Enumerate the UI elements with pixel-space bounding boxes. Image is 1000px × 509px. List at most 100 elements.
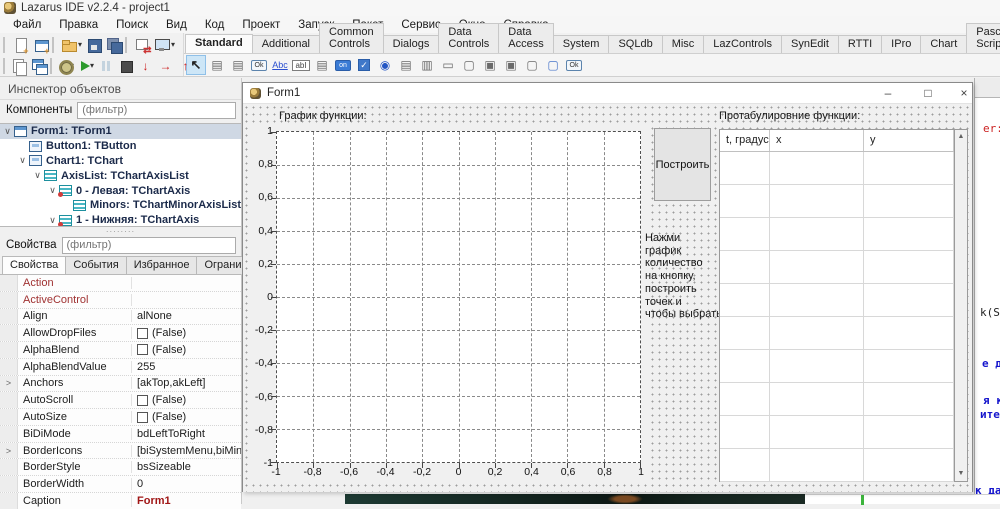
- toggle-form-unit-button[interactable]: [133, 35, 152, 54]
- property-value[interactable]: (False): [132, 411, 241, 423]
- minimize-button[interactable]: –: [879, 85, 897, 101]
- grid-cell[interactable]: [864, 152, 954, 184]
- tbutton-component[interactable]: Ok: [249, 55, 269, 75]
- form-design-surface[interactable]: График функции: 10,80,60,40,20-0,2-0,4-0…: [243, 104, 972, 492]
- show-forms-button[interactable]: [29, 56, 48, 75]
- grid-cell[interactable]: [864, 317, 954, 349]
- grid-cell[interactable]: [720, 383, 770, 415]
- checkbox-icon[interactable]: [137, 344, 148, 355]
- grid-row[interactable]: [720, 284, 954, 317]
- maximize-button[interactable]: □: [919, 85, 937, 101]
- tree-item[interactable]: ∨Form1: TForm1: [0, 124, 241, 139]
- grid-vertical-scrollbar[interactable]: ▲ ▼: [954, 130, 967, 481]
- property-value[interactable]: (False): [132, 394, 241, 406]
- pause-button[interactable]: [96, 56, 115, 75]
- scroll-up-icon[interactable]: ▲: [955, 130, 967, 144]
- tpanel-component[interactable]: ▢: [522, 55, 542, 75]
- property-row[interactable]: AutoSize(False): [0, 409, 241, 426]
- open-button[interactable]: ▾: [60, 35, 83, 54]
- tlistbox-component[interactable]: ▤: [396, 55, 416, 75]
- run-button[interactable]: ▾: [76, 56, 95, 75]
- grid-cell[interactable]: [864, 251, 954, 283]
- menu-item[interactable]: Поиск: [107, 18, 157, 32]
- palette-tab-additional[interactable]: Additional: [252, 35, 320, 53]
- palette-tab-standard[interactable]: Standard: [185, 34, 253, 53]
- property-value[interactable]: 0: [132, 478, 241, 490]
- palette-tab-pascal-script[interactable]: Pascal Script: [966, 23, 1000, 53]
- property-row[interactable]: AllowDropFiles(False): [0, 325, 241, 342]
- tree-item[interactable]: ∨0 - Левая: TChartAxis: [0, 183, 241, 198]
- grid-cell[interactable]: [720, 350, 770, 382]
- tmainmenu-component[interactable]: ▤: [207, 55, 227, 75]
- checkbox-icon[interactable]: [137, 412, 148, 423]
- tradiogroup-component[interactable]: ▣: [480, 55, 500, 75]
- grid-row[interactable]: [720, 185, 954, 218]
- grid-cell[interactable]: [770, 416, 864, 448]
- grid-cell[interactable]: [864, 416, 954, 448]
- property-row[interactable]: ActiveControl: [0, 292, 241, 309]
- components-filter-input[interactable]: [77, 102, 236, 119]
- inspector-splitter[interactable]: ········: [0, 227, 241, 235]
- tree-item[interactable]: Minors: TChartMinorAxisList: [0, 198, 241, 213]
- tcombobox-component[interactable]: ▥: [417, 55, 437, 75]
- view-windows-button[interactable]: ▾: [153, 35, 176, 54]
- grid-cell[interactable]: [770, 185, 864, 217]
- grid-cell[interactable]: [770, 449, 864, 481]
- grid-row[interactable]: [720, 152, 954, 185]
- palette-tab-lazcontrols[interactable]: LazControls: [703, 35, 782, 53]
- grid-cell[interactable]: [720, 185, 770, 217]
- grid-cell[interactable]: [770, 350, 864, 382]
- property-row[interactable]: AlignalNone: [0, 309, 241, 326]
- step-out-button[interactable]: ↑: [176, 56, 195, 75]
- grid-cell[interactable]: [770, 284, 864, 316]
- tpopupmenu-component[interactable]: ▤: [228, 55, 248, 75]
- property-row[interactable]: BorderWidth0: [0, 476, 241, 493]
- grid-header-cell[interactable]: t, градус: [720, 130, 770, 151]
- grid-cell[interactable]: [864, 185, 954, 217]
- properties-filter-input[interactable]: [62, 237, 237, 254]
- inspector-tab-события[interactable]: События: [65, 256, 126, 274]
- expand-arrow-icon[interactable]: ∨: [47, 215, 58, 226]
- dropdown-arrow-icon[interactable]: ▾: [90, 61, 94, 70]
- save-button[interactable]: [84, 35, 103, 54]
- grid-cell[interactable]: [864, 350, 954, 382]
- property-row[interactable]: CaptionForm1: [0, 493, 241, 509]
- tframe-component[interactable]: ▢: [543, 55, 563, 75]
- tree-item[interactable]: ∨AxisList: TChartAxisList: [0, 168, 241, 183]
- new-unit-button[interactable]: [11, 35, 30, 54]
- menu-item[interactable]: Правка: [50, 18, 107, 32]
- palette-tab-chart[interactable]: Chart: [920, 35, 967, 53]
- grid-cell[interactable]: [864, 449, 954, 481]
- tcheckgroup-component[interactable]: ▣: [501, 55, 521, 75]
- palette-tab-sqldb[interactable]: SQLdb: [608, 35, 662, 53]
- grid-cell[interactable]: [720, 152, 770, 184]
- expand-arrow-icon[interactable]: ∨: [32, 170, 43, 181]
- tmemo-component[interactable]: ▤: [312, 55, 332, 75]
- property-row[interactable]: >BorderIcons[biSystemMenu,biMinimiz: [0, 443, 241, 460]
- grid-cell[interactable]: [720, 251, 770, 283]
- tabulation-string-grid[interactable]: t, градусxy ▲ ▼: [719, 129, 968, 482]
- stop-button[interactable]: [116, 56, 135, 75]
- property-value[interactable]: alNone: [132, 310, 241, 322]
- grid-row[interactable]: [720, 416, 954, 449]
- grid-row[interactable]: [720, 383, 954, 416]
- scroll-down-icon[interactable]: ▼: [955, 467, 967, 481]
- tcheckbox-component[interactable]: ✓: [354, 55, 374, 75]
- checkbox-icon[interactable]: [137, 395, 148, 406]
- grid-cell[interactable]: [720, 284, 770, 316]
- property-row[interactable]: AutoScroll(False): [0, 392, 241, 409]
- property-row[interactable]: AlphaBlendValue255: [0, 359, 241, 376]
- grid-row[interactable]: [720, 317, 954, 350]
- property-value[interactable]: [akTop,akLeft]: [132, 377, 241, 389]
- build-plot-button[interactable]: Построить: [654, 128, 711, 201]
- property-value[interactable]: (False): [132, 327, 241, 339]
- property-row[interactable]: BiDiModebdLeftToRight: [0, 426, 241, 443]
- property-row[interactable]: Action: [0, 275, 241, 292]
- step-over-button[interactable]: →: [156, 56, 175, 75]
- grid-header-cell[interactable]: y: [864, 130, 954, 151]
- inspector-tab-избранное[interactable]: Избранное: [126, 256, 198, 274]
- grid-cell[interactable]: [770, 383, 864, 415]
- tradiobutton-component[interactable]: ◉: [375, 55, 395, 75]
- menu-item[interactable]: Файл: [4, 18, 50, 32]
- grid-cell[interactable]: [864, 218, 954, 250]
